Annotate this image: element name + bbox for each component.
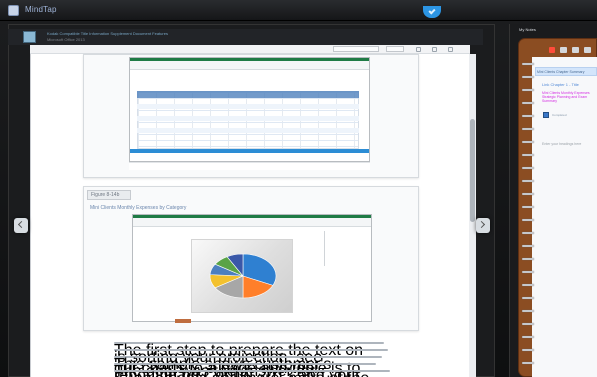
grey-tab-icon[interactable]: [584, 47, 591, 53]
binder-ring: [522, 76, 534, 78]
excel-title-bar-a: [130, 58, 369, 61]
binder-ring: [522, 102, 534, 104]
grey-tab-icon[interactable]: [560, 47, 567, 53]
spreadsheet-header-row: [137, 91, 359, 98]
document-subtitle: Microsoft Office 2013: [47, 37, 85, 42]
reader-toolbar: [30, 45, 470, 54]
chevron-left-icon[interactable]: [14, 218, 28, 233]
scrollbar-thumb[interactable]: [470, 119, 475, 222]
sheet-tab: [175, 319, 191, 323]
mindtap-logo-icon: [8, 5, 19, 16]
binder-ring: [522, 193, 534, 195]
figure-footer-a: [129, 162, 370, 170]
body-text-line: is sorting your projection, see reportin…: [114, 349, 388, 377]
figure-caption-text: Mini Clients Monthly Expenses by Categor…: [90, 205, 187, 211]
binder-ring: [522, 310, 534, 312]
binder-ring: [522, 323, 534, 325]
app-title: MindTap: [25, 5, 57, 14]
checkmark-icon[interactable]: [423, 6, 441, 18]
binder-ring: [522, 180, 534, 182]
note-pink-text: Mini Clients Monthly Expenses Strategic …: [542, 91, 590, 103]
chevron-right-icon[interactable]: [476, 218, 490, 233]
top-bar: MindTap: [0, 0, 597, 21]
figure-caption-label: Figure 8-14b: [91, 192, 120, 198]
binder-ring: [522, 245, 534, 247]
toolbar-button-b[interactable]: [386, 46, 404, 52]
binder-ring: [522, 63, 534, 65]
body-text-line: Supplements and more, more of the text i…: [114, 370, 390, 377]
table-row: [137, 104, 359, 109]
binder-ring: [522, 362, 534, 364]
binder-ring: [522, 219, 534, 221]
chart-area: [191, 239, 293, 313]
body-text-line: The goal was the answer for reviewing th…: [114, 363, 376, 377]
binder-ring: [522, 232, 534, 234]
document-icon: [23, 31, 36, 43]
body-text-line: This sample shows customer's reports sho…: [114, 356, 382, 377]
binder-ring: [522, 167, 534, 169]
mindtap-window: MindTap Kodak Compatible Title Informati…: [0, 0, 597, 377]
notes-title: My Notes: [519, 27, 536, 32]
binder-ring: [522, 141, 534, 143]
document-title: Kodak Compatible Title Information Suppl…: [47, 31, 168, 36]
completed-checkbox-label: Completed: [552, 113, 567, 117]
binder-ring: [522, 271, 534, 273]
spreadsheet-status-bar: [130, 149, 369, 153]
binder-ring: [522, 154, 534, 156]
binder-ring: [522, 297, 534, 299]
highlight-icon[interactable]: [416, 47, 421, 52]
grey-tab-icon[interactable]: [572, 47, 579, 53]
body-text-line: The first step to prepare the text on ou…: [114, 342, 384, 377]
binder-ring: [522, 128, 534, 130]
binder-ring: [522, 258, 534, 260]
table-row: [137, 116, 359, 121]
red-tab-icon[interactable]: [549, 47, 555, 53]
notebook-paper: [532, 57, 597, 377]
completed-checkbox[interactable]: [543, 112, 549, 118]
chart-side-pane: [324, 231, 355, 266]
note-icon[interactable]: [432, 47, 437, 52]
toolbar-button-a[interactable]: [333, 46, 379, 52]
binder-ring: [522, 115, 534, 117]
note-link[interactable]: Link Chapter 1 - Title: [542, 82, 579, 87]
binder-ring: [522, 349, 534, 351]
binder-ring: [522, 206, 534, 208]
binder-ring: [522, 284, 534, 286]
close-icon[interactable]: [448, 47, 453, 52]
excel-title-bar-b: [133, 215, 371, 218]
note-header-text: Mini Clients Chapter Summary: [537, 70, 585, 74]
binder-ring: [522, 89, 534, 91]
pie-chart: [209, 253, 277, 299]
table-row: [137, 128, 359, 133]
binder-ring: [522, 336, 534, 338]
body-paragraph: The first step to prepare the text on ou…: [114, 342, 392, 377]
note-placeholder: Enter your headings here: [542, 142, 582, 146]
